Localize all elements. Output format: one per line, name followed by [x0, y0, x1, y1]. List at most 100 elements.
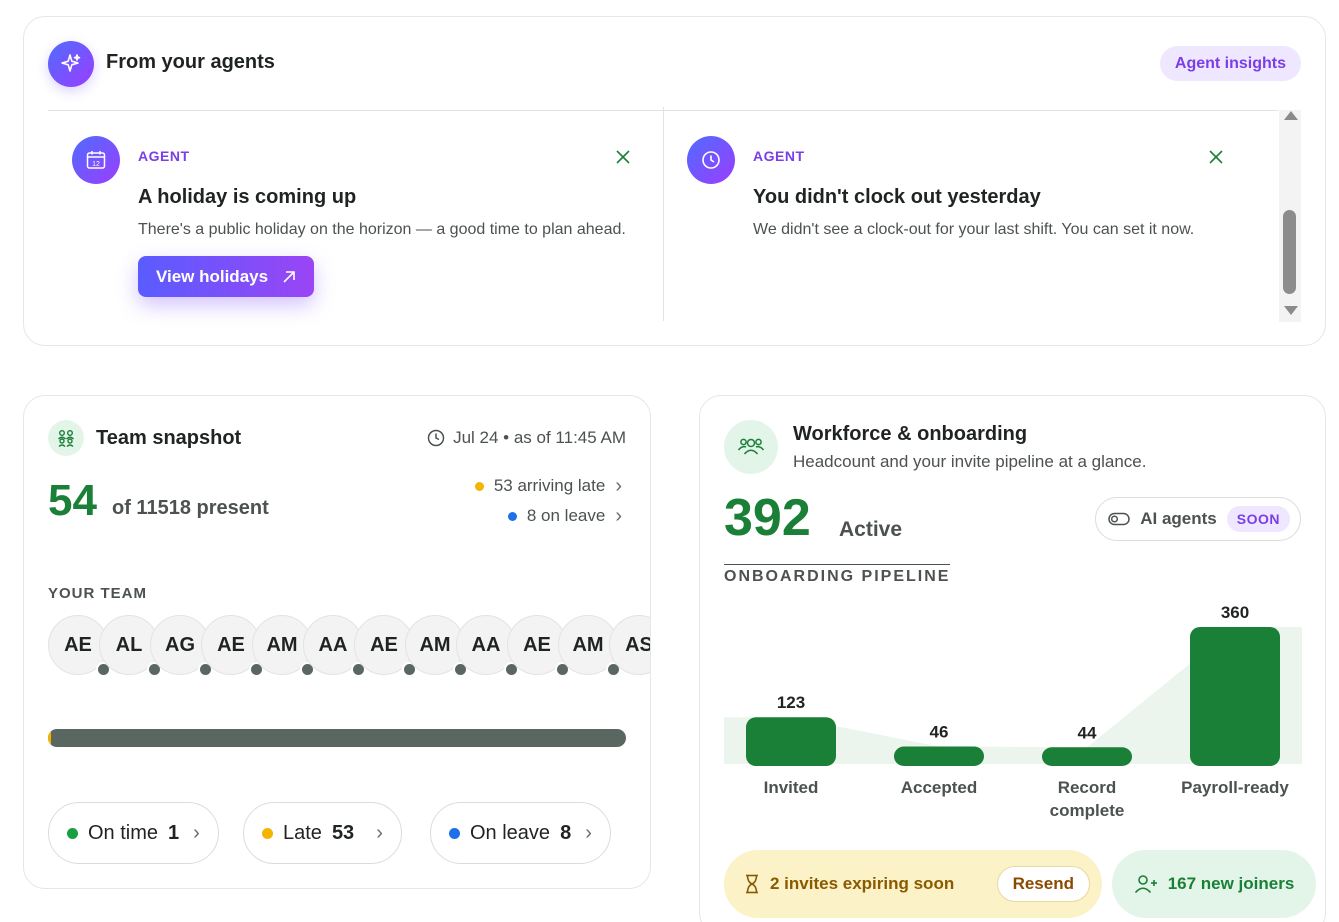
late-dot: [474, 481, 484, 491]
category-label: complete: [1050, 801, 1125, 820]
bar-value-label: 123: [777, 693, 805, 712]
on-leave-text: 8 on leave: [526, 506, 606, 525]
scroll-down-icon[interactable]: [1284, 306, 1298, 315]
workforce-card: Workforce & onboarding Headcount and you…: [699, 395, 1326, 922]
ai-agents-button[interactable]: AI agents SOON: [1095, 497, 1301, 541]
clock-icon: [427, 429, 445, 447]
add-user-icon: [1134, 875, 1157, 894]
chevron-right-icon: ›: [615, 475, 622, 497]
agent-description: There's a public holiday on the horizon …: [138, 221, 626, 238]
toggle-icon: [1108, 512, 1130, 526]
agent-card-holiday: 12 AGENT A holiday is coming up There's …: [72, 134, 642, 304]
category-label: Payroll-ready: [1181, 778, 1289, 797]
bar-value-label: 360: [1221, 603, 1249, 622]
avatar-initials: AE: [370, 633, 398, 656]
chip-label: On leave: [470, 821, 551, 844]
snapshot-timestamp: Jul 24 • as of 11:45 AM: [427, 428, 626, 448]
bar-value-label: 46: [930, 722, 949, 741]
category-label: Accepted: [901, 778, 978, 797]
close-icon[interactable]: [612, 146, 634, 168]
avatar-initials: AE: [523, 633, 551, 656]
avatar-row: AE AL AG AE AM AA AE AM AA AE AM AS: [48, 615, 651, 681]
chevron-right-icon: ›: [376, 822, 383, 844]
workforce-subtitle: Headcount and your invite pipeline at a …: [793, 452, 1147, 471]
pipeline-bar: [1042, 747, 1132, 766]
present-label: of 11518 present: [112, 497, 269, 519]
chip-late[interactable]: Late 53 ›: [243, 802, 402, 864]
leave-dot: [507, 511, 517, 521]
close-icon[interactable]: [1205, 146, 1227, 168]
snapshot-date: Jul 24 • as of 11:45 AM: [453, 428, 626, 447]
view-holidays-button[interactable]: View holidays: [138, 256, 314, 297]
agent-card-clockout: AGENT You didn't clock out yesterday We …: [687, 134, 1257, 304]
soon-badge: SOON: [1226, 506, 1290, 532]
invites-expiring-banner: 2 invites expiring soon Resend: [724, 850, 1102, 918]
divider: [663, 107, 664, 321]
arrow-up-right-icon: [283, 270, 295, 283]
onboarding-pipeline-chart: 123 Invited 46 Accepted 44 Record complete 360 P…: [724, 603, 1302, 820]
chip-on-leave[interactable]: On leave 8 ›: [430, 802, 611, 864]
category-label: Record: [1058, 778, 1117, 797]
avatar-initials: AM: [572, 633, 604, 656]
scrollbar-thumb[interactable]: [1283, 210, 1296, 294]
team-snapshot-title: Team snapshot: [96, 427, 242, 449]
agent-tag: AGENT: [138, 148, 190, 164]
chip-label: Late: [283, 821, 322, 844]
calendar-icon: 12: [72, 136, 120, 184]
agent-description: We didn't see a clock-out for your last …: [753, 221, 1195, 238]
chevron-right-icon: ›: [615, 505, 622, 527]
category-label: Invited: [764, 778, 819, 797]
avatar-initials: AS: [625, 633, 651, 656]
avatar-initials: AL: [115, 633, 143, 656]
avatar-initials: AA: [318, 633, 348, 656]
avatar-initials: AE: [64, 633, 92, 656]
chip-value: 8: [560, 821, 572, 844]
workforce-title: Workforce & onboarding: [793, 423, 1028, 445]
avatar-initials: AG: [165, 633, 195, 656]
agent-tag: AGENT: [753, 148, 805, 164]
resend-button[interactable]: Resend: [996, 866, 1090, 902]
your-team-label: YOUR TEAM: [48, 585, 147, 602]
scroll-up-icon[interactable]: [1284, 111, 1298, 120]
new-joiners-button[interactable]: 167 new joiners: [1112, 850, 1316, 918]
chip-value: 1: [168, 821, 180, 844]
avatar-initials: AM: [419, 633, 451, 656]
attendance-bar: [48, 729, 626, 747]
invites-expiring-text: 2 invites expiring soon: [770, 874, 955, 893]
pipeline-bar: [1190, 627, 1280, 766]
hourglass-icon: [746, 874, 758, 894]
avatar-initials: AM: [266, 633, 298, 656]
team-icon: [48, 420, 84, 456]
agents-title: From your agents: [106, 51, 275, 73]
agent-title: A holiday is coming up: [138, 186, 357, 208]
agents-card: From your agents Agent insights 12 AGENT…: [23, 16, 1326, 346]
avatar-initials: AA: [471, 633, 501, 656]
svg-text:12: 12: [92, 161, 100, 168]
team-snapshot-card: Team snapshot Jul 24 • as of 11:45 AM 54…: [23, 395, 651, 889]
chevron-right-icon: ›: [193, 822, 200, 844]
attendance-bar-late: [48, 729, 51, 747]
arriving-late-link[interactable]: 53 arriving late ›: [474, 475, 622, 497]
chevron-right-icon: ›: [585, 822, 592, 844]
pipeline-bar: [894, 746, 984, 766]
chip-value: 53: [331, 821, 355, 844]
bar-value-label: 44: [1078, 723, 1097, 742]
new-joiners-text: 167 new joiners: [1167, 874, 1295, 893]
chip-on-time[interactable]: On time 1 ›: [48, 802, 219, 864]
present-count: 54: [48, 476, 97, 525]
late-dot: [262, 827, 273, 839]
agent-insights-button[interactable]: Agent insights: [1159, 46, 1301, 81]
active-count: 392: [724, 489, 811, 547]
sparkle-icon: [48, 41, 94, 87]
chip-label: On time: [88, 821, 159, 844]
active-label: Active: [839, 518, 903, 541]
avatar-initials: AE: [217, 633, 245, 656]
agent-title: You didn't clock out yesterday: [753, 186, 1041, 208]
arriving-late-text: 53 arriving late: [493, 476, 606, 495]
pipeline-label: ONBOARDING PIPELINE: [724, 564, 951, 586]
leave-dot: [449, 827, 460, 839]
view-holidays-label: View holidays: [155, 266, 269, 286]
clock-icon: [687, 136, 735, 184]
on-leave-link[interactable]: 8 on leave ›: [507, 505, 622, 527]
ai-agents-label: AI agents: [1140, 509, 1217, 528]
